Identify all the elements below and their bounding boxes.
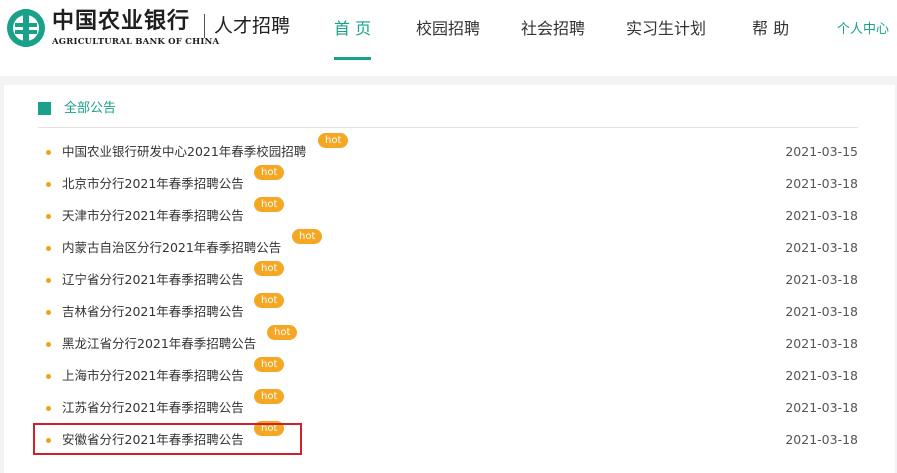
announcement-date: 2021-03-18 (785, 368, 858, 383)
announcement-date: 2021-03-18 (785, 432, 858, 447)
nav-social-recruitment[interactable]: 社会招聘 (521, 18, 585, 40)
list-item[interactable]: 内蒙古自治区分行2021年春季招聘公告 hot 2021-03-18 (38, 229, 858, 261)
announcement-title[interactable]: 辽宁省分行2021年春季招聘公告 (62, 271, 244, 289)
announcement-title[interactable]: 上海市分行2021年春季招聘公告 (62, 367, 244, 385)
bullet-icon (46, 150, 51, 155)
bullet-icon (46, 374, 51, 379)
announcement-date: 2021-03-18 (785, 176, 858, 191)
announcement-title[interactable]: 北京市分行2021年春季招聘公告 (62, 175, 244, 193)
hot-badge: hot (254, 165, 285, 180)
bullet-icon (46, 214, 51, 219)
announcement-date: 2021-03-18 (785, 272, 858, 287)
announcement-date: 2021-03-18 (785, 208, 858, 223)
brand-name: 中国农业银行 (52, 9, 191, 34)
bullet-icon (46, 342, 51, 347)
hot-badge: hot (318, 133, 349, 148)
announcement-title[interactable]: 中国农业银行研发中心2021年春季校园招聘 (62, 143, 306, 161)
nav-intern-program[interactable]: 实习生计划 (626, 18, 706, 40)
nav-home[interactable]: 首 页 (334, 18, 371, 40)
user-center-link[interactable]: 个人中心 (837, 20, 889, 40)
list-item[interactable]: 辽宁省分行2021年春季招聘公告 hot 2021-03-18 (38, 261, 858, 293)
announcement-title[interactable]: 吉林省分行2021年春季招聘公告 (62, 303, 244, 321)
hot-badge: hot (254, 261, 285, 276)
hot-badge: hot (267, 325, 298, 340)
announcement-date: 2021-03-15 (785, 144, 858, 159)
list-item[interactable]: 吉林省分行2021年春季招聘公告 hot 2021-03-18 (38, 293, 858, 325)
list-item[interactable]: 黑龙江省分行2021年春季招聘公告 hot 2021-03-18 (38, 325, 858, 357)
announcement-title[interactable]: 天津市分行2021年春季招聘公告 (62, 207, 244, 225)
announcement-date: 2021-03-18 (785, 304, 858, 319)
section-divider (38, 127, 858, 128)
announcement-date: 2021-03-18 (785, 336, 858, 351)
nav-active-indicator (334, 57, 371, 60)
abc-logo-icon (7, 9, 45, 47)
bullet-icon (46, 182, 51, 187)
announcement-title[interactable]: 内蒙古自治区分行2021年春季招聘公告 (62, 239, 281, 257)
list-item[interactable]: 中国农业银行研发中心2021年春季校园招聘 hot 2021-03-15 (38, 133, 858, 165)
list-item[interactable]: 上海市分行2021年春季招聘公告 hot 2021-03-18 (38, 357, 858, 389)
announcement-date: 2021-03-18 (785, 240, 858, 255)
brand-subtitle: 人才招聘 (214, 15, 291, 37)
nav-campus-recruitment[interactable]: 校园招聘 (416, 18, 480, 40)
bullet-icon (46, 278, 51, 283)
brand-name-en: AGRICULTURAL BANK OF CHINA (52, 37, 220, 47)
bullet-icon (46, 310, 51, 315)
section-title: 全部公告 (64, 101, 117, 116)
list-item[interactable]: 天津市分行2021年春季招聘公告 hot 2021-03-18 (38, 197, 858, 229)
hot-badge: hot (254, 389, 285, 404)
highlight-box (33, 423, 302, 455)
section-marker-icon (38, 102, 51, 115)
bullet-icon (46, 406, 51, 411)
announcement-title[interactable]: 黑龙江省分行2021年春季招聘公告 (62, 335, 256, 353)
list-item[interactable]: 江苏省分行2021年春季招聘公告 hot 2021-03-18 (38, 389, 858, 421)
bullet-icon (46, 246, 51, 251)
announcement-title[interactable]: 江苏省分行2021年春季招聘公告 (62, 399, 244, 417)
list-item[interactable]: 北京市分行2021年春季招聘公告 hot 2021-03-18 (38, 165, 858, 197)
top-header: 中国农业银行 AGRICULTURAL BANK OF CHINA 人才招聘 首… (0, 0, 897, 76)
nav-help[interactable]: 帮 助 (752, 18, 789, 40)
hot-badge: hot (254, 293, 285, 308)
announcement-date: 2021-03-18 (785, 400, 858, 415)
hot-badge: hot (254, 357, 285, 372)
hot-badge: hot (292, 229, 323, 244)
hot-badge: hot (254, 197, 285, 212)
brand-divider (204, 14, 205, 38)
